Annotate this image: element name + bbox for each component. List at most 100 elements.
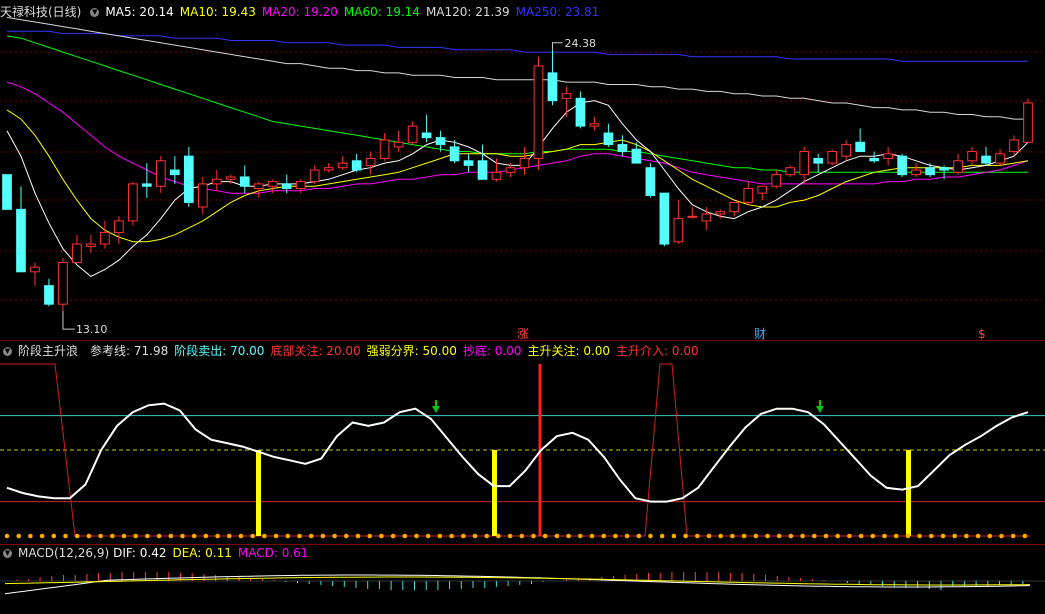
event-marker-finance[interactable]: 财 <box>754 328 766 340</box>
candle-body <box>771 174 782 187</box>
signal-dot <box>472 533 478 539</box>
signal-dot <box>355 533 361 539</box>
candle-body <box>1009 139 1019 153</box>
candle-body <box>477 160 488 180</box>
signal-dot <box>695 533 700 539</box>
signal-dot <box>659 533 665 539</box>
candle-body <box>239 176 250 187</box>
candle-body <box>435 137 446 146</box>
high-price-label: 24.38 <box>564 37 596 50</box>
signal-dot <box>121 533 127 539</box>
signal-dot <box>823 533 829 539</box>
candle-body <box>281 183 292 190</box>
candle-body <box>799 151 810 176</box>
signal-dot <box>332 533 337 539</box>
signal-dot <box>683 533 688 539</box>
signal-dot <box>168 533 174 539</box>
signal-dot <box>589 533 595 539</box>
signal-dot <box>191 533 197 539</box>
signal-dot <box>1022 533 1028 539</box>
event-marker-dividend[interactable]: $ <box>978 328 986 340</box>
yellow-signal-bar <box>492 450 497 536</box>
candle-body <box>911 169 921 176</box>
signal-dot <box>706 533 712 539</box>
candle-body <box>267 181 278 187</box>
signal-dot <box>636 533 642 539</box>
signal-dot <box>379 533 384 539</box>
reference-line <box>6 402 1029 503</box>
signal-dot <box>285 533 291 539</box>
signal-dot <box>753 533 759 539</box>
signal-dot <box>449 533 454 539</box>
candle-body <box>253 183 264 190</box>
candle-body <box>379 139 390 159</box>
candle-body <box>365 157 376 166</box>
macd-name[interactable]: MACD(12,26,9) <box>18 546 109 560</box>
candle-body <box>827 151 838 164</box>
candle-body <box>841 144 852 157</box>
signal-dot <box>273 533 279 539</box>
candle-body <box>953 160 963 173</box>
signal-dot <box>390 533 396 539</box>
candle-body <box>687 215 698 218</box>
candle-body <box>142 183 152 187</box>
signal-dot <box>203 533 209 539</box>
candle-body <box>547 72 558 102</box>
signal-dot <box>227 533 232 539</box>
signal-dot <box>145 533 150 539</box>
signal-dot <box>1010 533 1016 539</box>
candle-body <box>939 167 949 171</box>
signal-dot <box>613 533 618 539</box>
event-marker-limit-up[interactable]: 涨 <box>517 328 529 340</box>
candlestick-chart[interactable]: 24.38 13.10 <box>0 0 1045 340</box>
signal-dot <box>402 533 408 539</box>
signal-dot <box>952 533 957 539</box>
candle-body <box>128 183 138 222</box>
candle-body <box>491 171 502 180</box>
signal-dot <box>531 533 536 539</box>
ma120-line <box>6 16 1028 120</box>
candle-body <box>925 167 935 176</box>
signal-dot <box>262 533 267 539</box>
signal-dot <box>800 533 805 539</box>
candle-body <box>659 192 670 245</box>
candle-body <box>981 155 991 164</box>
candle-body <box>883 153 893 159</box>
candle-body <box>995 153 1005 164</box>
candle-body <box>72 243 82 264</box>
signal-dot <box>425 533 431 539</box>
ma5-line <box>6 100 1029 277</box>
signal-dot <box>788 533 794 539</box>
signal-dot <box>28 533 33 539</box>
candle-body <box>183 155 194 203</box>
candle-body <box>30 266 40 273</box>
macd-value: MACD: 0.61 <box>237 546 309 560</box>
candle-body <box>351 160 362 171</box>
signal-dot <box>741 533 747 539</box>
candle-body <box>449 146 460 162</box>
yellow-signal-bar <box>256 450 261 536</box>
green-arrow-head <box>816 406 824 413</box>
signal-dot <box>858 533 864 539</box>
candle-body <box>967 151 977 162</box>
candle-body <box>617 144 628 153</box>
candle-body <box>561 93 572 99</box>
signal-dot <box>578 533 583 539</box>
indicator-chart[interactable] <box>0 340 1045 545</box>
signal-dot <box>507 533 513 539</box>
candle-body <box>1023 102 1033 143</box>
signal-dot <box>917 533 922 539</box>
signal-dot <box>39 533 45 539</box>
candle-body <box>589 123 600 127</box>
signal-dot <box>180 533 185 539</box>
candle-body <box>729 201 740 213</box>
low-pointer <box>62 311 75 330</box>
signal-dot <box>847 533 852 539</box>
signal-dot <box>882 533 887 539</box>
signal-dot <box>98 533 103 539</box>
signal-dot <box>987 533 993 539</box>
chevron-down-icon[interactable]: ▼ <box>3 549 12 558</box>
signal-dot <box>344 533 349 539</box>
macd-chart[interactable] <box>0 559 1045 614</box>
signal-dot <box>964 533 969 539</box>
